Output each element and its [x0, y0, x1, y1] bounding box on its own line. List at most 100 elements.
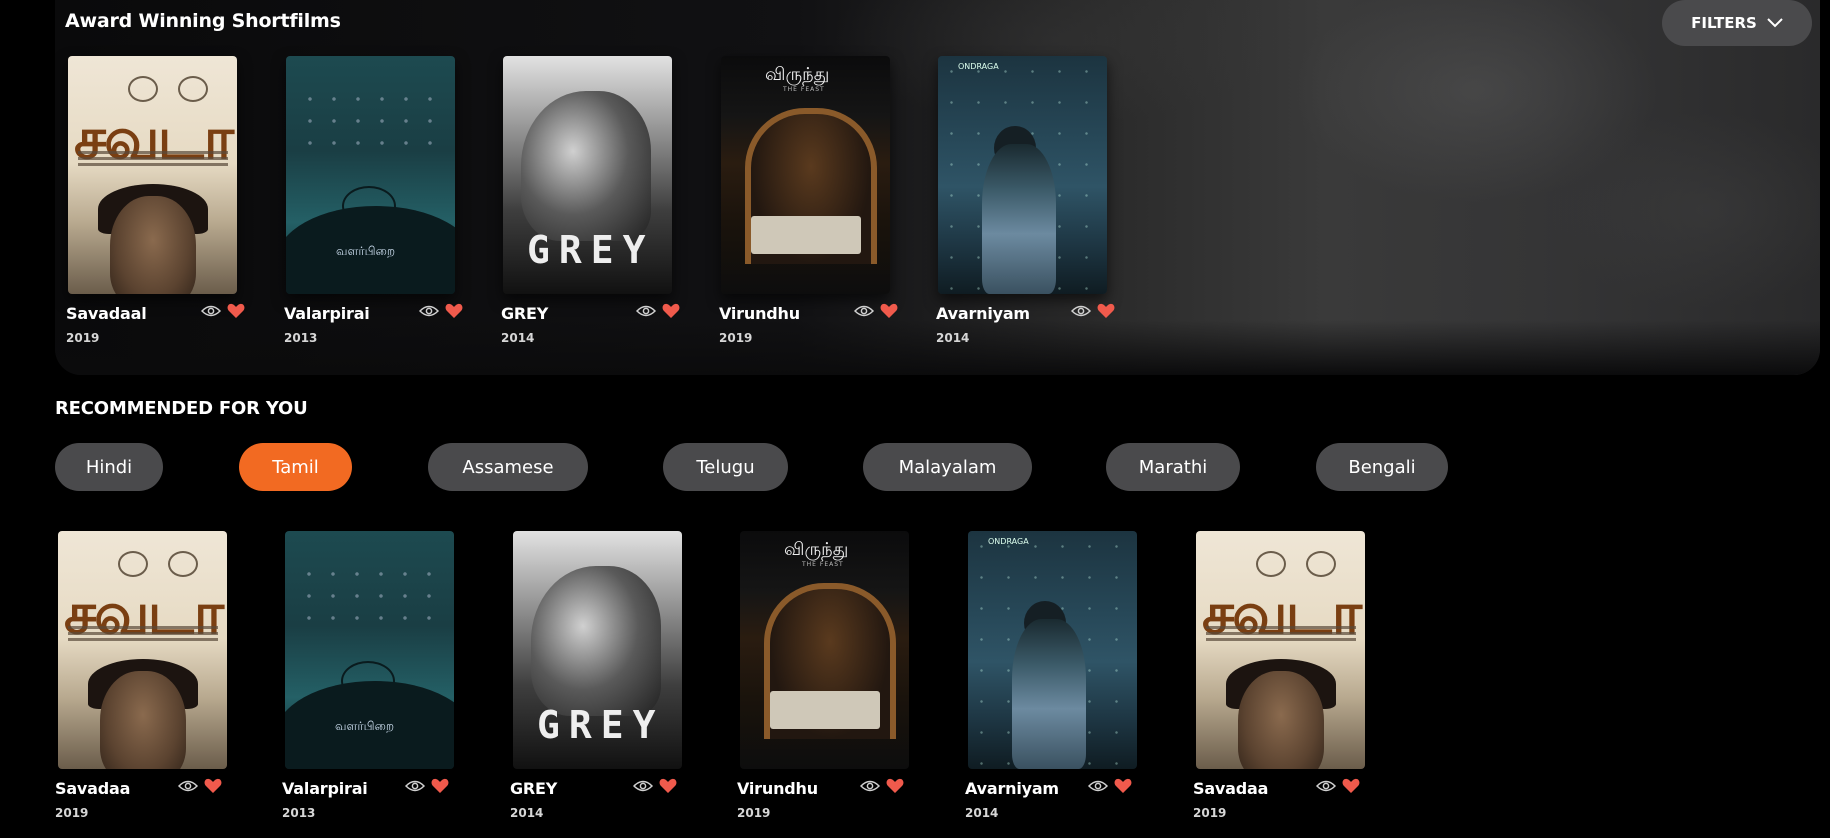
poster-title-text: சவடா — [64, 579, 224, 647]
eye-icon[interactable] — [854, 304, 874, 318]
chevron-down-icon — [1767, 14, 1783, 32]
card-actions — [1316, 778, 1360, 794]
language-pill-bengali[interactable]: Bengali — [1316, 443, 1448, 491]
film-year: 2019 — [737, 806, 771, 820]
film-year: 2019 — [719, 331, 753, 345]
film-card[interactable]: ONDRAGA Avarniyam 2014 — [936, 56, 1115, 345]
eye-icon[interactable] — [1071, 304, 1091, 318]
film-title[interactable]: Virundhu — [719, 304, 800, 323]
film-year: 2019 — [1193, 806, 1227, 820]
film-card[interactable]: விருந்து THE FEAST Virundhu 2019 — [737, 531, 909, 820]
film-year: 2014 — [936, 331, 970, 345]
card-actions — [405, 778, 449, 794]
card-actions — [633, 778, 677, 794]
card-actions — [1088, 778, 1132, 794]
poster-title-text: GREY — [527, 228, 655, 272]
poster-subtitle-text: THE FEAST — [783, 86, 825, 93]
film-year: 2014 — [510, 806, 544, 820]
poster-title-text: விருந்து — [765, 64, 830, 85]
heart-icon[interactable] — [1114, 778, 1132, 794]
film-card[interactable]: சவடா Savadaa 2019 — [1193, 531, 1365, 820]
film-title[interactable]: Savadaa — [55, 779, 130, 798]
poster-image[interactable]: GREY — [513, 531, 682, 769]
language-pill-marathi[interactable]: Marathi — [1106, 443, 1240, 491]
film-card[interactable]: விருந்து THE FEAST Virundhu 2019 — [719, 56, 898, 345]
poster-logo-text: ONDRAGA — [988, 537, 1029, 546]
poster-image[interactable]: விருந்து THE FEAST — [721, 56, 890, 294]
card-actions — [1071, 303, 1115, 319]
eye-icon[interactable] — [201, 304, 221, 318]
award-winning-section: Award Winning Shortfilms FILTERS சவடா Sa… — [55, 0, 1820, 375]
eye-icon[interactable] — [405, 779, 425, 793]
poster-subtitle-text: THE FEAST — [802, 561, 844, 568]
eye-icon[interactable] — [860, 779, 880, 793]
poster-image[interactable]: சவடா — [68, 56, 237, 294]
language-pill-assamese[interactable]: Assamese — [428, 443, 588, 491]
language-pill-telugu[interactable]: Telugu — [663, 443, 788, 491]
film-title[interactable]: Avarniyam — [965, 779, 1059, 798]
eye-icon[interactable] — [1316, 779, 1336, 793]
film-card[interactable]: சவடா Savadaa 2019 — [55, 531, 227, 820]
poster-logo-text: ONDRAGA — [958, 62, 999, 71]
heart-icon[interactable] — [662, 303, 680, 319]
card-actions — [860, 778, 904, 794]
eye-icon[interactable] — [178, 779, 198, 793]
poster-title-text: GREY — [537, 703, 665, 747]
heart-icon[interactable] — [880, 303, 898, 319]
section-title: Award Winning Shortfilms — [65, 10, 341, 32]
heart-icon[interactable] — [1342, 778, 1360, 794]
film-year: 2014 — [965, 806, 999, 820]
heart-icon[interactable] — [659, 778, 677, 794]
film-title[interactable]: Savadaal — [66, 304, 147, 323]
film-year: 2013 — [284, 331, 318, 345]
film-title[interactable]: Virundhu — [737, 779, 818, 798]
film-card[interactable]: ONDRAGA Avarniyam 2014 — [965, 531, 1137, 820]
heart-icon[interactable] — [886, 778, 904, 794]
filters-label: FILTERS — [1691, 14, 1757, 32]
heart-icon[interactable] — [445, 303, 463, 319]
film-card[interactable]: சவடா Savadaal 2019 — [66, 56, 245, 345]
eye-icon[interactable] — [636, 304, 656, 318]
card-actions — [201, 303, 245, 319]
film-year: 2019 — [55, 806, 89, 820]
poster-image[interactable]: விருந்து THE FEAST — [740, 531, 909, 769]
poster-image[interactable]: வளர்பிறை — [286, 56, 455, 294]
heart-icon[interactable] — [227, 303, 245, 319]
poster-image[interactable]: ONDRAGA — [938, 56, 1107, 294]
card-actions — [419, 303, 463, 319]
heart-icon[interactable] — [1097, 303, 1115, 319]
poster-image[interactable]: GREY — [503, 56, 672, 294]
poster-title-text: சவடா — [1202, 579, 1362, 647]
language-pill-tamil[interactable]: Tamil — [239, 443, 352, 491]
language-pill-hindi[interactable]: Hindi — [55, 443, 163, 491]
heart-icon[interactable] — [431, 778, 449, 794]
poster-image[interactable]: சவடா — [1196, 531, 1365, 769]
film-year: 2013 — [282, 806, 316, 820]
film-title[interactable]: Valarpirai — [282, 779, 368, 798]
eye-icon[interactable] — [633, 779, 653, 793]
poster-image[interactable]: சவடா — [58, 531, 227, 769]
film-title[interactable]: GREY — [501, 304, 548, 323]
card-actions — [636, 303, 680, 319]
poster-title-text: வளர்பிறை — [336, 244, 396, 258]
film-title[interactable]: Avarniyam — [936, 304, 1030, 323]
eye-icon[interactable] — [1088, 779, 1108, 793]
film-title[interactable]: GREY — [510, 779, 557, 798]
card-actions — [178, 778, 222, 794]
film-card[interactable]: GREY GREY 2014 — [510, 531, 682, 820]
poster-title-text: விருந்து — [784, 539, 849, 560]
film-card[interactable]: வளர்பிறை Valarpirai 2013 — [282, 531, 454, 820]
card-actions — [854, 303, 898, 319]
film-card[interactable]: வளர்பிறை Valarpirai 2013 — [284, 56, 463, 345]
language-pill-malayalam[interactable]: Malayalam — [863, 443, 1032, 491]
poster-image[interactable]: ONDRAGA — [968, 531, 1137, 769]
poster-image[interactable]: வளர்பிறை — [285, 531, 454, 769]
eye-icon[interactable] — [419, 304, 439, 318]
film-year: 2019 — [66, 331, 100, 345]
filters-button[interactable]: FILTERS — [1662, 0, 1812, 46]
poster-title-text: வளர்பிறை — [335, 719, 395, 733]
heart-icon[interactable] — [204, 778, 222, 794]
film-card[interactable]: GREY GREY 2014 — [501, 56, 680, 345]
film-title[interactable]: Savadaa — [1193, 779, 1268, 798]
film-title[interactable]: Valarpirai — [284, 304, 370, 323]
